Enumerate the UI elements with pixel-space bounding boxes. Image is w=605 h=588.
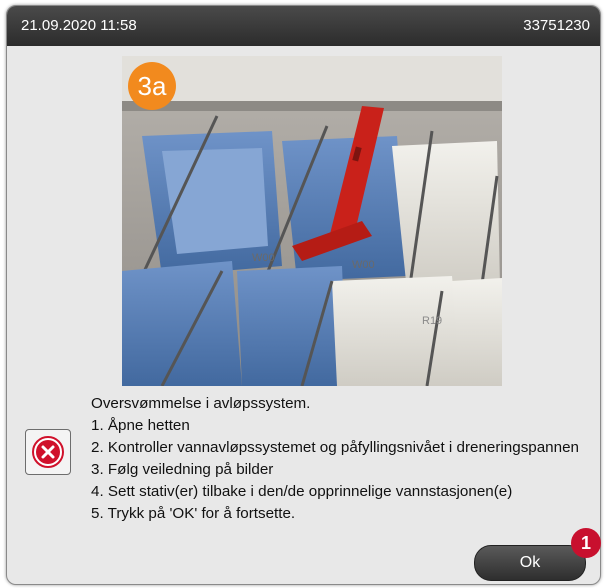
step-1: 1. Åpne hetten	[91, 417, 190, 434]
step-4: 4. Sett stativ(er) tilbake i den/de oppr…	[91, 483, 513, 500]
step-badge: 3a	[128, 62, 176, 110]
error-dialog: 21.09.2020 11:58 33751230 W00 W00 R19 3a…	[6, 5, 601, 585]
error-status-icon-box	[25, 429, 71, 475]
error-x-icon	[32, 436, 64, 468]
callout-marker: 1	[571, 528, 601, 558]
step-3: 3. Følg veiledning på bilder	[91, 461, 274, 478]
instruction-photo: W00 W00 R19 3a	[122, 56, 502, 386]
title-bar: 21.09.2020 11:58 33751230	[7, 6, 600, 46]
step-2: 2. Kontroller vannavløpssystemet og påfy…	[91, 439, 579, 456]
serial-number: 33751230	[523, 17, 590, 34]
datetime-label: 21.09.2020 11:58	[21, 17, 137, 34]
rack-label-3: R19	[422, 315, 442, 327]
step-5: 5. Trykk på 'OK' for å fortsette.	[91, 505, 296, 522]
ok-button[interactable]: Ok	[474, 545, 586, 581]
message-heading: Oversvømmelse i avløpssystem.	[91, 395, 311, 412]
message-text: Oversvømmelse i avløpssystem. 1. Åpne he…	[91, 393, 579, 525]
rack-label-2: W00	[352, 259, 375, 271]
rack-label-1: W00	[252, 252, 275, 264]
